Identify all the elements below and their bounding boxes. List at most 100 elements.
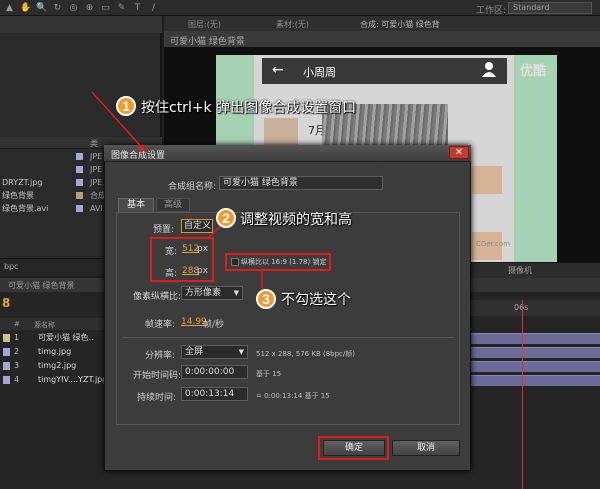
layer-name: timg2.jpg (38, 361, 77, 370)
layer-row[interactable]: 4 timgYIV....YZT.jpg (0, 373, 110, 387)
comp-name-input[interactable]: 可爱小猫 绿色背景 (219, 176, 383, 190)
tab-composition[interactable]: 合成: 可爱小猫 绿色背 (360, 19, 440, 30)
step-badge-3: 3 (256, 289, 276, 309)
start-timecode-base: 基于 15 (256, 370, 282, 378)
layer-number-column: # (14, 320, 20, 328)
resolution-label: 分辨率: (145, 351, 176, 361)
project-item-type: AVI (90, 204, 103, 213)
layer-number: 2 (14, 347, 20, 356)
annotation-box-ok (318, 436, 389, 460)
phone-chat-title: 小周周 (303, 67, 336, 79)
step-text-3: 不勾选这个 (281, 292, 351, 308)
tab-layer[interactable]: 图层:(无) (188, 19, 221, 30)
project-item-name: DRYZT.jpg (2, 178, 43, 187)
composition-name: 可爱小猫 绿色背景 (170, 37, 245, 47)
watermark: CGer.com (476, 240, 511, 248)
layer-duration-bar[interactable] (466, 375, 600, 386)
duration-input[interactable]: 0:00:13:14 (181, 387, 248, 401)
label-color-swatch[interactable] (76, 205, 83, 212)
layer-duration-bar[interactable] (466, 333, 600, 344)
user-icon (482, 62, 496, 77)
layer-duration-bar[interactable] (466, 347, 600, 358)
resolution-value: 全屏 (185, 347, 204, 357)
label-color-swatch[interactable] (76, 179, 83, 186)
layer-row[interactable]: 3 timg2.jpg (0, 359, 110, 373)
resolution-select[interactable]: 全屏 ▼ (181, 345, 248, 359)
youku-logo: 优酷 (520, 63, 547, 78)
back-arrow-icon: ← (272, 62, 284, 78)
source-name-column[interactable]: 源名称 (34, 320, 55, 330)
layer-name: timgYIV....YZT.jpg (38, 375, 108, 384)
mask-tool-icon[interactable]: ▭ (100, 3, 111, 13)
label-color-swatch[interactable] (76, 192, 83, 199)
step-badge-1: 1 (116, 96, 136, 116)
tab-footage[interactable]: 素材:(无) (276, 19, 309, 30)
cancel-button[interactable]: 取消 (392, 440, 460, 456)
project-item-name: 绿色背景.avi (2, 204, 49, 213)
chevron-down-icon: ▼ (233, 289, 239, 297)
green-screen-right (514, 55, 557, 265)
bpc-label[interactable]: bpc (4, 262, 19, 271)
layer-number: 4 (14, 375, 20, 384)
text-tool-icon[interactable]: T (132, 3, 143, 13)
annotation-box-size (150, 237, 214, 282)
phone-chat-header (262, 58, 507, 84)
timeline-timecode[interactable]: 8 (2, 296, 10, 310)
layer-name: 可爱小猫 绿色.. (38, 333, 94, 342)
resolution-info: 512 x 288, 576 KB (8bpc/帧) (256, 350, 355, 358)
rotate-tool-icon[interactable]: ↻ (52, 3, 63, 13)
step-text-2: 调整视频的宽和高 (240, 212, 352, 228)
project-item-type: JPE (90, 152, 103, 161)
layer-number: 3 (14, 361, 20, 370)
pen-tool-icon[interactable]: ✎ (116, 3, 127, 13)
layer-number: 1 (14, 333, 20, 342)
selection-tool-icon[interactable]: ▲ (4, 3, 15, 13)
start-timecode-input[interactable]: 0:00:00:00 (181, 365, 248, 379)
layer-duration-bar[interactable] (466, 361, 600, 372)
time-ruler[interactable] (466, 300, 600, 316)
tab-advanced[interactable]: 高级 (156, 198, 190, 212)
close-icon[interactable]: ✕ (449, 146, 469, 159)
hand-tool-icon[interactable]: ✋ (20, 3, 31, 13)
project-type-column[interactable]: 类 (90, 138, 98, 149)
duration-info: = 0:00:13:14 基于 15 (256, 392, 330, 400)
zoom-tool-icon[interactable]: 🔍 (36, 3, 47, 13)
timeline-comp-name[interactable]: 可爱小猫 绿色背景 (8, 280, 75, 291)
pixel-aspect-select[interactable]: 方形像素 ▼ (181, 286, 243, 300)
label-color-swatch[interactable] (3, 348, 10, 356)
pan-tool-icon[interactable]: ⊕ (84, 3, 95, 13)
workspace-select[interactable]: Standard (508, 2, 592, 14)
step-text-1: 按住ctrl+k 弹出图像合成设置窗口 (141, 100, 357, 116)
layer-row[interactable]: 1 可爱小猫 绿色.. (0, 331, 110, 345)
project-panel-header (0, 16, 162, 33)
label-color-swatch[interactable] (3, 376, 10, 384)
chat-avatar (472, 166, 502, 194)
comp-name-label: 合成组名称: (168, 182, 217, 192)
step-badge-2: 2 (216, 208, 236, 228)
layer-name: timg.jpg (38, 347, 72, 356)
duration-label: 持续时间: (137, 393, 177, 403)
camera-tool-icon[interactable]: ◎ (68, 3, 79, 13)
pixel-aspect-label: 像素纵横比: (133, 292, 182, 302)
divider (122, 337, 454, 338)
preset-select[interactable]: 自定义 (181, 219, 213, 233)
project-item-name: 绿色背景 (2, 191, 34, 200)
label-color-swatch[interactable] (76, 166, 83, 173)
start-timecode-label: 开始时间码: (133, 371, 182, 381)
label-color-swatch[interactable] (3, 362, 10, 370)
project-item-type: JPE (90, 178, 103, 187)
workspace-label: 工作区: (475, 6, 506, 16)
chevron-down-icon: ▼ (238, 348, 244, 356)
label-color-swatch[interactable] (76, 153, 83, 160)
frame-rate-unit: 帧/秒 (203, 320, 225, 330)
frame-rate-label: 帧速率: (145, 320, 176, 330)
label-color-swatch[interactable] (3, 334, 10, 342)
annotation-box-lock (225, 253, 331, 271)
camera-select[interactable]: 摄像机 (508, 265, 532, 276)
layer-row[interactable]: 2 timg.jpg (0, 345, 110, 359)
brush-tool-icon[interactable]: / (148, 3, 159, 13)
playhead[interactable] (522, 300, 523, 489)
dialog-title: 图像合成设置 (111, 151, 166, 161)
project-item-type: JPE (90, 165, 103, 174)
tab-basic[interactable]: 基本 (118, 198, 154, 212)
